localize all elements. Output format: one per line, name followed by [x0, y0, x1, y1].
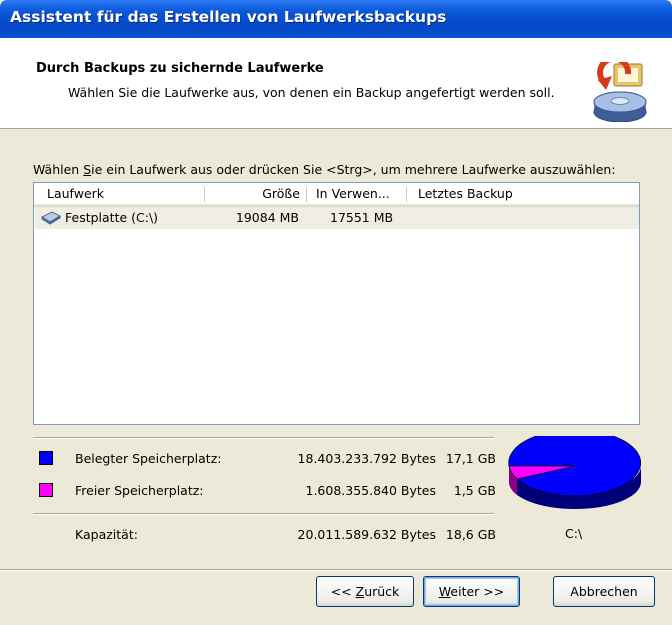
- drive-name: Festplatte (C:\): [65, 210, 159, 225]
- drive-row[interactable]: Festplatte (C:\) 19084 MB 17551 MB: [35, 207, 639, 229]
- used-space-label: Belegter Speicherplatz:: [75, 451, 222, 466]
- capacity-label: Kapazität:: [75, 527, 138, 542]
- drive-used: 17551 MB: [330, 210, 394, 225]
- capacity-gb: 18,6 GB: [445, 527, 496, 542]
- pie-drive-letter: C:\: [565, 526, 583, 541]
- capacity-bytes: 20.011.589.632 Bytes: [297, 527, 436, 542]
- used-color-swatch: [39, 451, 53, 465]
- used-space-bytes: 18.403.233.792 Bytes: [297, 451, 436, 466]
- free-space-label: Freier Speicherplatz:: [75, 483, 204, 498]
- used-space-gb: 17,1 GB: [445, 451, 496, 466]
- free-color-swatch: [39, 483, 53, 497]
- free-space-gb: 1,5 GB: [453, 483, 496, 498]
- instruction-text: Wählen Sie ein Laufwerk aus oder drücken…: [33, 162, 616, 177]
- column-letztes-backup[interactable]: Letztes Backup: [418, 183, 513, 206]
- hard-disk-icon: [41, 211, 61, 225]
- window-title: Assistent für das Erstellen von Laufwerk…: [10, 8, 447, 26]
- back-button[interactable]: << Zurück: [316, 576, 414, 607]
- backup-drive-icon: [593, 62, 647, 122]
- header-subtitle: Wählen Sie die Laufwerke aus, von denen …: [68, 85, 555, 100]
- next-button[interactable]: Weiter >>: [423, 576, 520, 607]
- column-divider[interactable]: [406, 187, 407, 202]
- stats-divider: [33, 513, 494, 514]
- title-bar[interactable]: Assistent für das Erstellen von Laufwerk…: [0, 0, 672, 38]
- disk-usage-pie-chart: [508, 436, 642, 509]
- free-space-bytes: 1.608.355.840 Bytes: [305, 483, 437, 498]
- stats-divider: [33, 437, 494, 438]
- list-header: Laufwerk Größe In Verwen... Letztes Back…: [34, 183, 639, 207]
- column-groesse[interactable]: Größe: [205, 183, 300, 206]
- drive-size: 19084 MB: [235, 210, 299, 225]
- column-in-verwendung[interactable]: In Verwen...: [316, 183, 390, 206]
- button-separator: [0, 569, 672, 570]
- cancel-button[interactable]: Abbrechen: [553, 576, 655, 607]
- column-laufwerk[interactable]: Laufwerk: [47, 183, 104, 206]
- wizard-header: Durch Backups zu sichernde Laufwerke Wäh…: [0, 38, 672, 129]
- header-title: Durch Backups zu sichernde Laufwerke: [36, 61, 324, 76]
- column-divider[interactable]: [306, 187, 307, 202]
- drive-list[interactable]: Laufwerk Größe In Verwen... Letztes Back…: [33, 182, 640, 425]
